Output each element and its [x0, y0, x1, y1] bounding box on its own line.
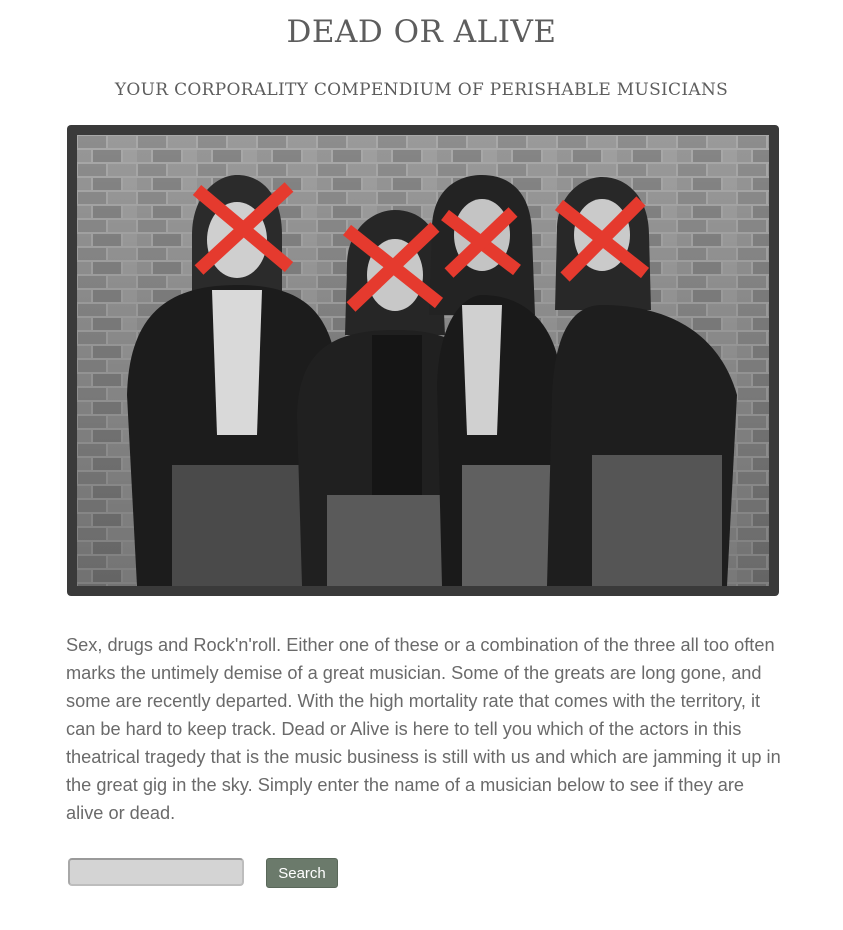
- page-subtitle: YOUR CORPORALITY COMPENDIUM OF PERISHABL…: [114, 80, 729, 100]
- search-button[interactable]: Search: [266, 858, 338, 888]
- page-title: DEAD OR ALIVE: [286, 14, 557, 50]
- intro-paragraph: Sex, drugs and Rock'n'roll. Either one o…: [66, 635, 781, 823]
- hero-image-frame: [67, 125, 779, 596]
- band-photo-illustration: [77, 135, 769, 586]
- band-photo: [77, 135, 769, 586]
- search-input[interactable]: [68, 858, 244, 886]
